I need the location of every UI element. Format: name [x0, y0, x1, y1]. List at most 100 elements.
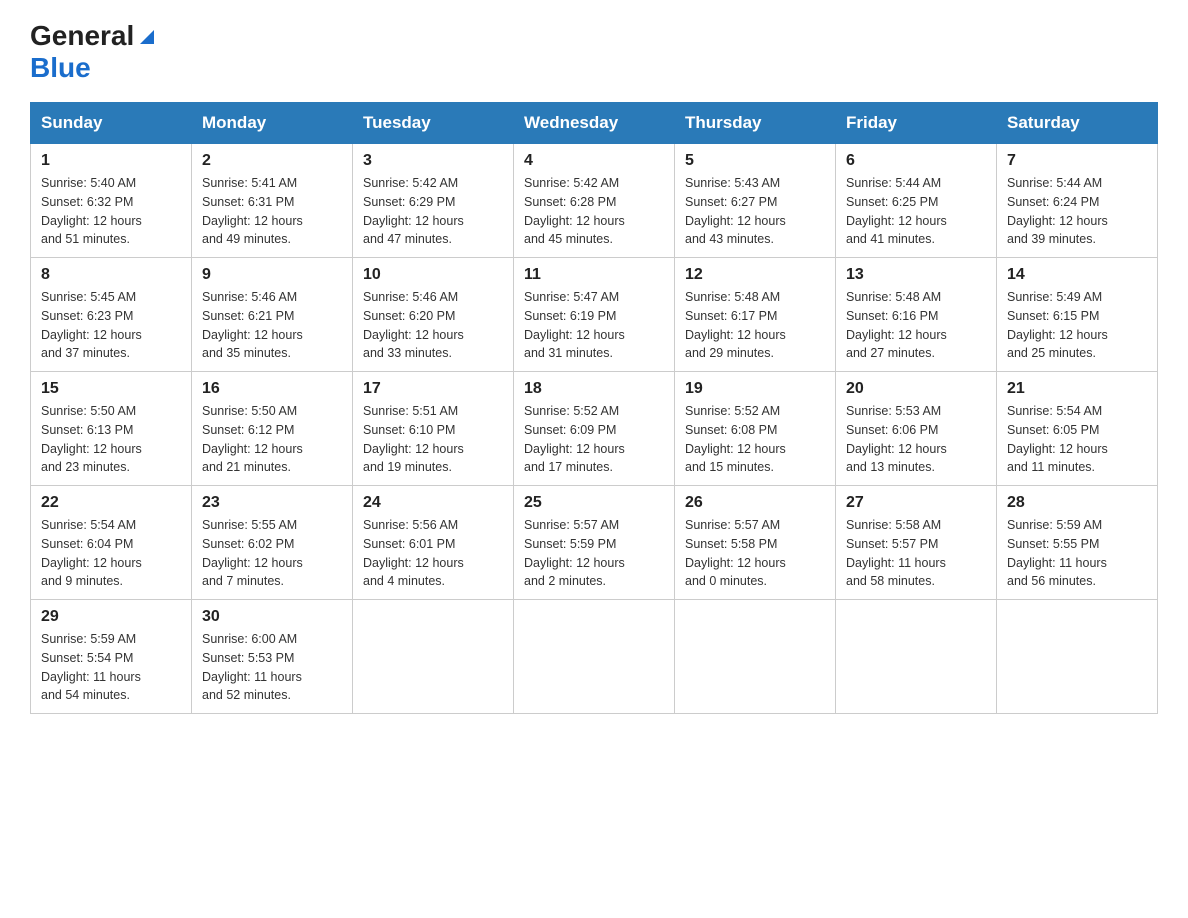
- calendar-cell: 11 Sunrise: 5:47 AMSunset: 6:19 PMDayligh…: [514, 258, 675, 372]
- day-info: Sunrise: 5:50 AMSunset: 6:12 PMDaylight:…: [202, 402, 342, 477]
- day-info: Sunrise: 5:50 AMSunset: 6:13 PMDaylight:…: [41, 402, 181, 477]
- day-info: Sunrise: 5:52 AMSunset: 6:08 PMDaylight:…: [685, 402, 825, 477]
- day-number: 9: [202, 266, 342, 284]
- calendar-cell: 3 Sunrise: 5:42 AMSunset: 6:29 PMDaylight…: [353, 144, 514, 258]
- day-info: Sunrise: 5:49 AMSunset: 6:15 PMDaylight:…: [1007, 288, 1147, 363]
- calendar-cell: 9 Sunrise: 5:46 AMSunset: 6:21 PMDaylight…: [192, 258, 353, 372]
- calendar-cell: 19 Sunrise: 5:52 AMSunset: 6:08 PMDayligh…: [675, 372, 836, 486]
- calendar-cell: 21 Sunrise: 5:54 AMSunset: 6:05 PMDayligh…: [997, 372, 1158, 486]
- calendar-week-4: 22Sunrise: 5:54 AMSunset: 6:04 PMDayligh…: [31, 486, 1158, 600]
- calendar-cell: 5 Sunrise: 5:43 AMSunset: 6:27 PMDaylight…: [675, 144, 836, 258]
- day-number: 30: [202, 608, 342, 626]
- day-info: Sunrise: 5:48 AMSunset: 6:17 PMDaylight:…: [685, 288, 825, 363]
- calendar-cell: [353, 600, 514, 714]
- calendar-cell: 27 Sunrise: 5:58 AMSunset: 5:57 PMDayligh…: [836, 486, 997, 600]
- day-info: Sunrise: 5:55 AMSunset: 6:02 PMDaylight:…: [202, 516, 342, 591]
- day-number: 17: [363, 380, 503, 398]
- calendar-cell: 25Sunrise: 5:57 AMSunset: 5:59 PMDayligh…: [514, 486, 675, 600]
- day-number: 13: [846, 266, 986, 284]
- day-info: Sunrise: 5:48 AMSunset: 6:16 PMDaylight:…: [846, 288, 986, 363]
- day-info: Sunrise: 5:52 AMSunset: 6:09 PMDaylight:…: [524, 402, 664, 477]
- calendar-week-1: 1Sunrise: 5:40 AMSunset: 6:32 PMDaylight…: [31, 144, 1158, 258]
- calendar-cell: 10Sunrise: 5:46 AMSunset: 6:20 PMDayligh…: [353, 258, 514, 372]
- day-number: 4: [524, 152, 664, 170]
- column-header-friday: Friday: [836, 103, 997, 144]
- page-header: General Blue: [30, 20, 1158, 84]
- calendar-cell: 6 Sunrise: 5:44 AMSunset: 6:25 PMDaylight…: [836, 144, 997, 258]
- day-info: Sunrise: 5:46 AMSunset: 6:21 PMDaylight:…: [202, 288, 342, 363]
- day-number: 16: [202, 380, 342, 398]
- day-info: Sunrise: 5:44 AMSunset: 6:24 PMDaylight:…: [1007, 174, 1147, 249]
- day-info: Sunrise: 5:45 AMSunset: 6:23 PMDaylight:…: [41, 288, 181, 363]
- day-number: 14: [1007, 266, 1147, 284]
- calendar-cell: 26 Sunrise: 5:57 AMSunset: 5:58 PMDayligh…: [675, 486, 836, 600]
- day-info: Sunrise: 5:59 AMSunset: 5:54 PMDaylight:…: [41, 630, 181, 705]
- calendar-cell: 29 Sunrise: 5:59 AMSunset: 5:54 PMDayligh…: [31, 600, 192, 714]
- day-number: 2: [202, 152, 342, 170]
- day-info: Sunrise: 5:44 AMSunset: 6:25 PMDaylight:…: [846, 174, 986, 249]
- day-info: Sunrise: 6:00 AMSunset: 5:53 PMDaylight:…: [202, 630, 342, 705]
- day-number: 22: [41, 494, 181, 512]
- logo-triangle-icon: [136, 24, 158, 46]
- logo-blue-text: Blue: [30, 52, 91, 83]
- day-number: 5: [685, 152, 825, 170]
- day-number: 20: [846, 380, 986, 398]
- column-header-monday: Monday: [192, 103, 353, 144]
- day-info: Sunrise: 5:46 AMSunset: 6:20 PMDaylight:…: [363, 288, 503, 363]
- calendar-cell: 23 Sunrise: 5:55 AMSunset: 6:02 PMDayligh…: [192, 486, 353, 600]
- day-info: Sunrise: 5:42 AMSunset: 6:28 PMDaylight:…: [524, 174, 664, 249]
- day-number: 21: [1007, 380, 1147, 398]
- day-number: 6: [846, 152, 986, 170]
- day-number: 11: [524, 266, 664, 284]
- day-info: Sunrise: 5:47 AMSunset: 6:19 PMDaylight:…: [524, 288, 664, 363]
- day-info: Sunrise: 5:54 AMSunset: 6:05 PMDaylight:…: [1007, 402, 1147, 477]
- calendar-week-5: 29 Sunrise: 5:59 AMSunset: 5:54 PMDayligh…: [31, 600, 1158, 714]
- day-info: Sunrise: 5:41 AMSunset: 6:31 PMDaylight:…: [202, 174, 342, 249]
- calendar-week-2: 8 Sunrise: 5:45 AMSunset: 6:23 PMDaylight…: [31, 258, 1158, 372]
- column-header-wednesday: Wednesday: [514, 103, 675, 144]
- calendar-cell: 4 Sunrise: 5:42 AMSunset: 6:28 PMDaylight…: [514, 144, 675, 258]
- day-number: 23: [202, 494, 342, 512]
- column-header-saturday: Saturday: [997, 103, 1158, 144]
- calendar-table: SundayMondayTuesdayWednesdayThursdayFrid…: [30, 102, 1158, 714]
- calendar-cell: [997, 600, 1158, 714]
- calendar-cell: 8 Sunrise: 5:45 AMSunset: 6:23 PMDaylight…: [31, 258, 192, 372]
- calendar-cell: 12Sunrise: 5:48 AMSunset: 6:17 PMDayligh…: [675, 258, 836, 372]
- day-number: 1: [41, 152, 181, 170]
- calendar-cell: 30 Sunrise: 6:00 AMSunset: 5:53 PMDayligh…: [192, 600, 353, 714]
- calendar-cell: [514, 600, 675, 714]
- calendar-cell: 1Sunrise: 5:40 AMSunset: 6:32 PMDaylight…: [31, 144, 192, 258]
- day-number: 3: [363, 152, 503, 170]
- calendar-cell: 28 Sunrise: 5:59 AMSunset: 5:55 PMDayligh…: [997, 486, 1158, 600]
- calendar-cell: 20 Sunrise: 5:53 AMSunset: 6:06 PMDayligh…: [836, 372, 997, 486]
- day-number: 29: [41, 608, 181, 626]
- calendar-cell: 13 Sunrise: 5:48 AMSunset: 6:16 PMDayligh…: [836, 258, 997, 372]
- day-number: 24: [363, 494, 503, 512]
- calendar-week-3: 15Sunrise: 5:50 AMSunset: 6:13 PMDayligh…: [31, 372, 1158, 486]
- logo: General Blue: [30, 20, 158, 84]
- day-number: 28: [1007, 494, 1147, 512]
- day-number: 25: [524, 494, 664, 512]
- calendar-cell: 14 Sunrise: 5:49 AMSunset: 6:15 PMDayligh…: [997, 258, 1158, 372]
- day-info: Sunrise: 5:56 AMSunset: 6:01 PMDaylight:…: [363, 516, 503, 591]
- day-info: Sunrise: 5:57 AMSunset: 5:58 PMDaylight:…: [685, 516, 825, 591]
- calendar-cell: 2 Sunrise: 5:41 AMSunset: 6:31 PMDaylight…: [192, 144, 353, 258]
- day-number: 19: [685, 380, 825, 398]
- calendar-cell: 15Sunrise: 5:50 AMSunset: 6:13 PMDayligh…: [31, 372, 192, 486]
- calendar-cell: [675, 600, 836, 714]
- day-info: Sunrise: 5:59 AMSunset: 5:55 PMDaylight:…: [1007, 516, 1147, 591]
- day-info: Sunrise: 5:53 AMSunset: 6:06 PMDaylight:…: [846, 402, 986, 477]
- calendar-cell: 22Sunrise: 5:54 AMSunset: 6:04 PMDayligh…: [31, 486, 192, 600]
- day-info: Sunrise: 5:42 AMSunset: 6:29 PMDaylight:…: [363, 174, 503, 249]
- day-info: Sunrise: 5:58 AMSunset: 5:57 PMDaylight:…: [846, 516, 986, 591]
- day-number: 7: [1007, 152, 1147, 170]
- day-number: 8: [41, 266, 181, 284]
- day-info: Sunrise: 5:43 AMSunset: 6:27 PMDaylight:…: [685, 174, 825, 249]
- day-number: 27: [846, 494, 986, 512]
- column-header-thursday: Thursday: [675, 103, 836, 144]
- calendar-cell: [836, 600, 997, 714]
- day-number: 26: [685, 494, 825, 512]
- calendar-cell: 16 Sunrise: 5:50 AMSunset: 6:12 PMDayligh…: [192, 372, 353, 486]
- day-info: Sunrise: 5:51 AMSunset: 6:10 PMDaylight:…: [363, 402, 503, 477]
- calendar-header-row: SundayMondayTuesdayWednesdayThursdayFrid…: [31, 103, 1158, 144]
